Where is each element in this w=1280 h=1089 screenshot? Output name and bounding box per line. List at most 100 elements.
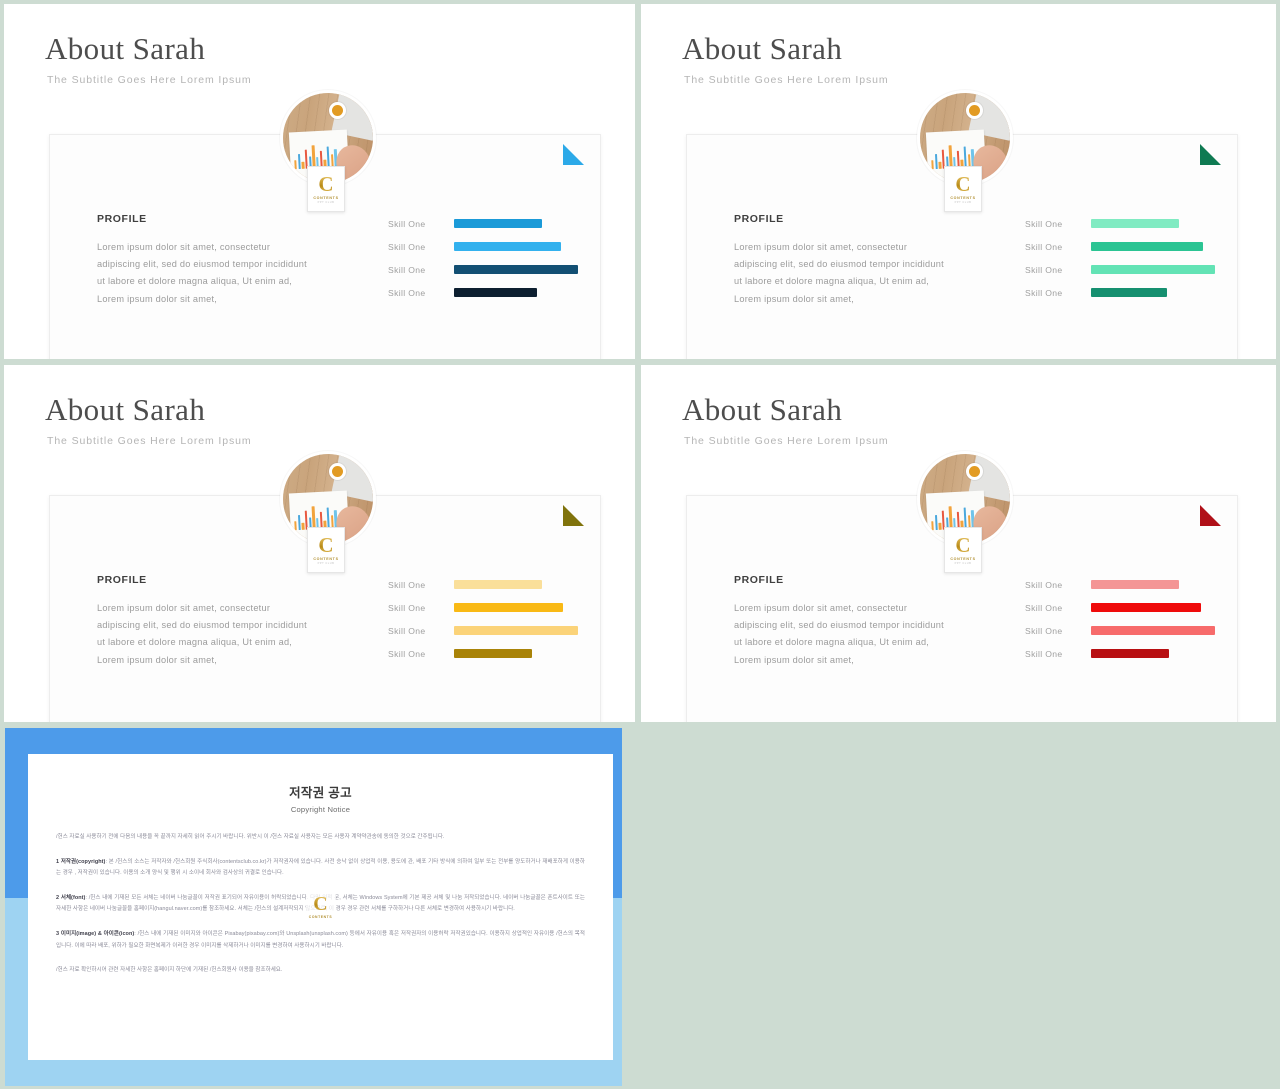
- empty-cell: [638, 725, 1280, 1089]
- skill-track: [1091, 242, 1215, 251]
- copyright-heading-ko: 저작권 공고: [289, 786, 352, 800]
- corner-triangle-icon: [1200, 144, 1221, 165]
- skill-bar: [454, 288, 538, 297]
- skill-track: [1091, 626, 1215, 635]
- skill-label: Skill One: [388, 648, 426, 659]
- copyright-sheet: 저작권 공고 Copyright Notice /헌스 자료실 사용하기 전에 …: [28, 754, 613, 1060]
- page-subtitle: The Subtitle Goes Here Lorem Ipsum: [47, 435, 252, 447]
- skill-label: Skill One: [388, 625, 426, 636]
- skill-bar: [1091, 265, 1215, 274]
- skill-track: [454, 288, 578, 297]
- skill-bar: [454, 626, 578, 635]
- watermark-line1: CONTENTS: [313, 195, 339, 200]
- watermark-letter: C: [313, 893, 328, 915]
- skill-label: Skill One: [388, 287, 426, 298]
- skill-track: [1091, 649, 1215, 658]
- watermark-logo: C CONTENTS PPT CLUB: [944, 527, 982, 573]
- skill-label: Skill One: [388, 218, 426, 229]
- skill-bar: [1091, 603, 1202, 612]
- skill-track: [1091, 603, 1215, 612]
- corner-triangle-icon: [1200, 505, 1221, 526]
- slide-copyright-notice[interactable]: 저작권 공고 Copyright Notice /헌스 자료실 사용하기 전에 …: [0, 725, 638, 1089]
- slide-red[interactable]: About Sarah The Subtitle Goes Here Lorem…: [641, 365, 1276, 722]
- skills-list: Skill One Skill One Skill One Skill One: [388, 577, 578, 669]
- skill-bar: [454, 603, 564, 612]
- skill-row: Skill One: [1025, 239, 1215, 254]
- skill-row: Skill One: [1025, 623, 1215, 638]
- skills-list: Skill One Skill One Skill One Skill One: [1025, 577, 1215, 669]
- slide-deck-grid: About Sarah The Subtitle Goes Here Lorem…: [0, 0, 1280, 1089]
- skill-bar: [454, 265, 578, 274]
- skill-track: [1091, 580, 1215, 589]
- skill-bar: [454, 649, 533, 658]
- watermark-line1: CONTENTS: [950, 556, 976, 561]
- page-subtitle: The Subtitle Goes Here Lorem Ipsum: [684, 435, 889, 447]
- skill-row: Skill One: [388, 577, 578, 592]
- skill-bar: [1091, 649, 1170, 658]
- slide-green[interactable]: About Sarah The Subtitle Goes Here Lorem…: [641, 4, 1276, 359]
- copyright-intro: /헌스 자료실 사용하기 전에 다음의 내용을 꼭 끝까지 자세히 읽어 주시기…: [56, 834, 445, 840]
- skill-row: Skill One: [1025, 577, 1215, 592]
- watermark-line1: CONTENTS: [308, 915, 333, 919]
- watermark-line2: PPT CLUB: [317, 200, 335, 204]
- skill-bar: [1091, 219, 1180, 228]
- watermark-letter: C: [318, 532, 334, 557]
- skill-bar: [1091, 626, 1215, 635]
- watermark-letter: C: [955, 171, 971, 196]
- skill-track: [454, 265, 578, 274]
- skill-row: Skill One: [388, 285, 578, 300]
- page-title: About Sarah: [45, 392, 206, 427]
- copyright-section-text: : 본 /헌스의 소스는 저작자와 /헌스회원 주식회사(contentsclu…: [56, 858, 585, 877]
- watermark-line2: PPT CLUB: [954, 561, 972, 565]
- skill-label: Skill One: [388, 264, 426, 275]
- watermark-logo: C CONTENTS PPT CLUB: [944, 166, 982, 212]
- skill-label: Skill One: [1025, 218, 1063, 229]
- watermark-line2: PPT CLUB: [317, 561, 335, 565]
- skill-row: Skill One: [388, 623, 578, 638]
- skill-label: Skill One: [1025, 287, 1063, 298]
- skill-row: Skill One: [388, 239, 578, 254]
- skill-track: [1091, 219, 1215, 228]
- skill-bar: [1091, 288, 1167, 297]
- profile-body: Lorem ipsum dolor sit amet, consectetur …: [97, 603, 307, 665]
- skill-row: Skill One: [388, 646, 578, 661]
- profile-section: PROFILE Lorem ipsum dolor sit amet, cons…: [97, 574, 312, 669]
- corner-triangle-icon: [563, 505, 584, 526]
- slide-yellow[interactable]: About Sarah The Subtitle Goes Here Lorem…: [4, 365, 635, 722]
- skill-label: Skill One: [1025, 264, 1063, 275]
- skill-label: Skill One: [1025, 579, 1063, 590]
- skill-track: [1091, 265, 1215, 274]
- skill-label: Skill One: [1025, 602, 1063, 613]
- skill-track: [454, 242, 578, 251]
- skill-bar: [454, 242, 561, 251]
- copyright-heading-en: Copyright Notice: [290, 805, 351, 814]
- skill-track: [1091, 288, 1215, 297]
- skill-row: Skill One: [1025, 285, 1215, 300]
- profile-body: Lorem ipsum dolor sit amet, consectetur …: [734, 603, 944, 665]
- profile-body: Lorem ipsum dolor sit amet, consectetur …: [97, 242, 307, 304]
- skill-bar: [454, 580, 543, 589]
- copyright-section: 3 이미지(image) & 아이콘(icon): /헌스 내에 기재된 이미지…: [56, 929, 585, 952]
- skill-row: Skill One: [1025, 600, 1215, 615]
- skill-row: Skill One: [388, 600, 578, 615]
- watermark-logo: C CONTENTS PPT CLUB: [307, 166, 345, 212]
- skill-track: [454, 649, 578, 658]
- page-subtitle: The Subtitle Goes Here Lorem Ipsum: [47, 74, 252, 86]
- skill-label: Skill One: [388, 241, 426, 252]
- skill-track: [454, 580, 578, 589]
- skills-list: Skill One Skill One Skill One Skill One: [1025, 216, 1215, 308]
- skill-bar: [1091, 580, 1180, 589]
- watermark-logo: C CONTENTS: [305, 888, 336, 926]
- watermark-line2: PPT CLUB: [954, 200, 972, 204]
- skill-row: Skill One: [1025, 262, 1215, 277]
- skill-label: Skill One: [388, 602, 426, 613]
- copyright-section-title: 3 이미지(image) & 아이콘(icon): [56, 930, 135, 937]
- skill-row: Skill One: [388, 262, 578, 277]
- skill-label: Skill One: [1025, 625, 1063, 636]
- profile-heading: PROFILE: [97, 574, 147, 586]
- copyright-footer: /헌스 자료 확인하시어 관련 자세한 사항은 홈페이지 하단에 기재된 /헌스…: [56, 967, 283, 974]
- skill-track: [454, 603, 578, 612]
- page-title: About Sarah: [682, 392, 843, 427]
- copyright-section-title: 1 저작권(copyright): [56, 858, 106, 865]
- slide-blue[interactable]: About Sarah The Subtitle Goes Here Lorem…: [4, 4, 635, 359]
